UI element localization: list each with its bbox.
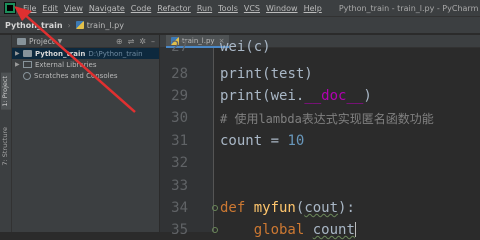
- window-title: Python_train - train_l.py - PyCharm: [338, 3, 479, 13]
- menu-refactor[interactable]: Refactor: [154, 0, 194, 17]
- chevron-right-icon[interactable]: ▶: [15, 61, 23, 68]
- line-number: 34: [171, 200, 188, 216]
- add-icon[interactable]: ⊕: [116, 37, 123, 46]
- tree-item-label: External Libraries: [35, 60, 97, 69]
- code-line-34: def myfun(cout):: [220, 200, 355, 216]
- code-line-35: global count: [220, 222, 356, 238]
- project-panel-tools: ⊕ ⇌ ✲ –: [116, 37, 159, 46]
- code-line-29: print(wei.__doc__): [220, 88, 372, 104]
- line-number: 32: [171, 155, 188, 171]
- gear-icon[interactable]: ✲: [139, 37, 146, 46]
- project-panel: Project ▼ ⊕ ⇌ ✲ – ▶ Python_train D:\Pyth…: [12, 35, 160, 232]
- code-text: ): [363, 88, 372, 104]
- collapse-all-icon[interactable]: ⇌: [128, 37, 135, 46]
- code-text: (wei.: [262, 88, 305, 104]
- line-number: 30: [171, 110, 188, 126]
- line-number: 35: [171, 222, 188, 238]
- tree-item-path: D:\Python_train: [88, 49, 143, 58]
- editor-gutter: 27 28 29 30 31 32 33 34 35: [160, 39, 218, 238]
- line-number: 28: [171, 66, 188, 82]
- code-function: myfun: [253, 200, 296, 216]
- breadcrumb: Python_train › train_l.py: [0, 17, 480, 34]
- tree-item-label: Python_train: [35, 49, 86, 58]
- code-keyword: def: [220, 200, 254, 216]
- code-text: (test): [262, 66, 313, 82]
- menu-view[interactable]: View: [61, 0, 86, 17]
- library-icon: [23, 61, 32, 68]
- tree-item-project-root[interactable]: ▶ Python_train D:\Python_train: [12, 48, 159, 59]
- menu-edit[interactable]: Edit: [39, 0, 61, 17]
- tool-tab-project[interactable]: 1: Project: [1, 73, 11, 110]
- hide-icon[interactable]: –: [151, 37, 155, 46]
- python-file-icon: [75, 21, 84, 29]
- tree-item-scratches[interactable]: Scratches and Consoles: [12, 70, 159, 81]
- line-number: 27: [171, 39, 188, 55]
- breadcrumb-file[interactable]: train_l.py: [75, 20, 124, 30]
- code-function: print: [220, 88, 263, 104]
- code-text: count =: [220, 133, 288, 149]
- menu-window[interactable]: Window: [263, 0, 301, 17]
- menu-help[interactable]: Help: [301, 0, 325, 17]
- breadcrumb-file-label: train_l.py: [86, 20, 124, 30]
- menu-run[interactable]: Run: [194, 0, 215, 17]
- chevron-right-icon[interactable]: ▶: [15, 50, 23, 57]
- code-text: wei(c): [220, 39, 271, 55]
- menu-navigate[interactable]: Navigate: [86, 0, 128, 17]
- folder-icon: [23, 50, 32, 57]
- code-line-27: wei(c): [220, 39, 271, 55]
- fold-marker-icon[interactable]: [212, 205, 218, 211]
- menu-code[interactable]: Code: [128, 0, 154, 17]
- text-caret: [354, 222, 356, 237]
- line-number: 31: [171, 133, 188, 149]
- code-editor[interactable]: wei(c) print(test) print(wei.__doc__) # …: [220, 39, 480, 238]
- breadcrumb-project[interactable]: Python_train: [0, 21, 63, 30]
- chevron-down-icon[interactable]: ▼: [58, 38, 63, 45]
- tree-item-label: Scratches and Consoles: [34, 71, 118, 80]
- project-panel-header: Project ▼ ⊕ ⇌ ✲ –: [12, 35, 159, 48]
- code-line-30: # 使用lambda表达式实现匿名函数功能: [220, 110, 434, 127]
- code-comment: # 使用lambda表达式实现匿名函数功能: [220, 112, 434, 126]
- menu-tools[interactable]: Tools: [215, 0, 241, 17]
- code-keyword: global: [253, 222, 313, 238]
- code-line-31: count = 10: [220, 133, 304, 149]
- pycharm-logo-icon: [4, 2, 16, 14]
- project-panel-title[interactable]: Project: [29, 37, 55, 46]
- scratches-icon: [23, 71, 31, 80]
- code-variable: count: [312, 222, 355, 238]
- code-parameter: cout: [304, 200, 339, 216]
- editor-tab-bar: train_l.py ×: [160, 35, 480, 48]
- code-number: 10: [287, 133, 305, 149]
- fold-marker-icon[interactable]: [212, 227, 218, 233]
- menu-file[interactable]: File: [20, 0, 39, 17]
- line-number: 29: [171, 88, 188, 104]
- line-number: 33: [171, 178, 188, 194]
- breadcrumb-separator-icon: ›: [67, 20, 71, 30]
- code-line-28: print(test): [220, 66, 313, 82]
- code-function: print: [220, 66, 263, 82]
- code-text: ):: [338, 200, 355, 216]
- project-folder-icon: [17, 37, 26, 45]
- tool-tab-structure[interactable]: 7: Structure: [1, 127, 11, 166]
- menu-vcs[interactable]: VCS: [241, 0, 263, 17]
- menu-bar: File Edit View Navigate Code Refactor Ru…: [0, 0, 480, 17]
- code-dunder: __doc__: [304, 88, 364, 104]
- left-tool-strip: 1: Project 7: Structure: [0, 35, 12, 232]
- tree-item-external-libraries[interactable]: ▶ External Libraries: [12, 59, 159, 70]
